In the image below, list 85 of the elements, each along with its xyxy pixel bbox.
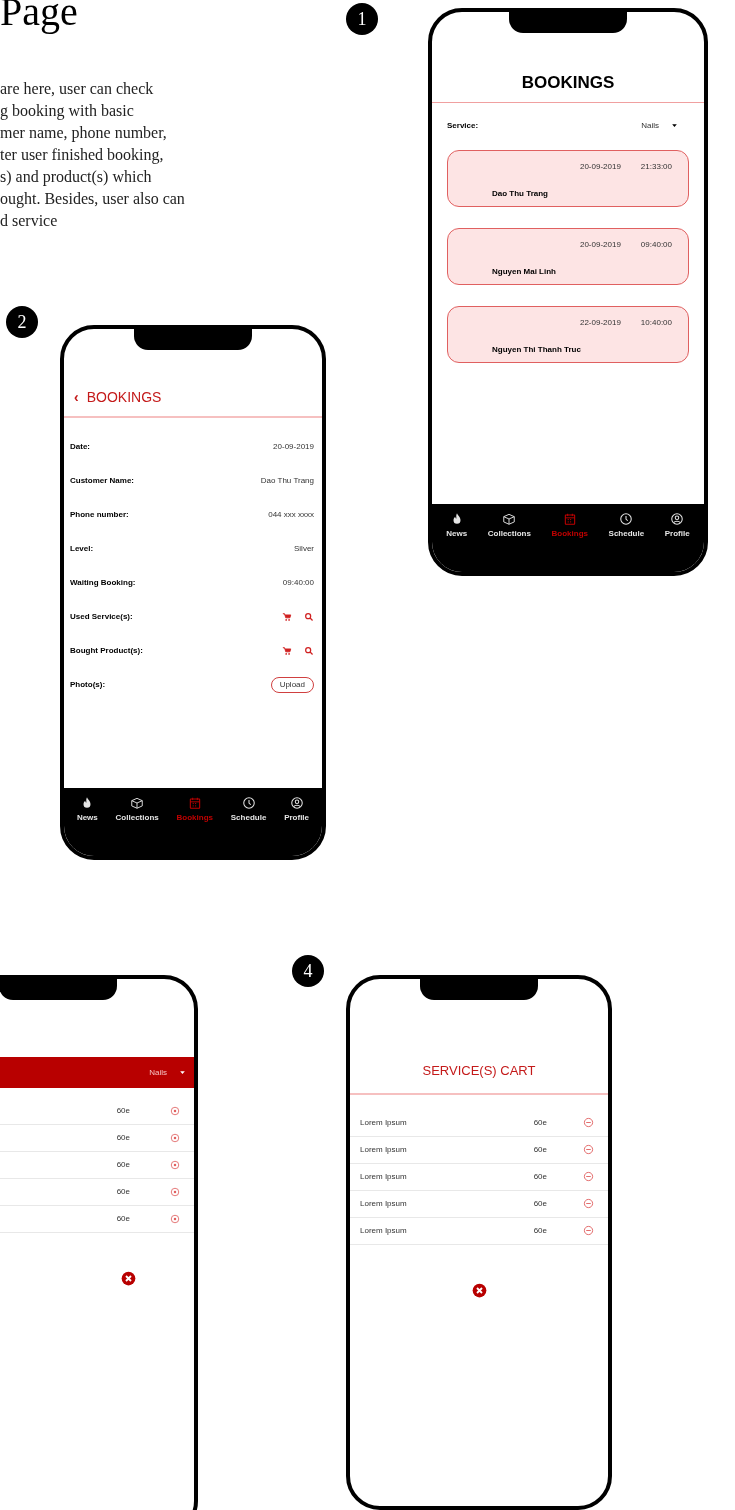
search-icon[interactable] [304,612,314,622]
nav-tab[interactable]: News [76,796,98,824]
item-price: 60e [116,1159,130,1171]
cart-icon[interactable] [282,612,292,622]
booking-card[interactable]: 20-09-2019 21:33:00 Dao Thu Trang [447,149,689,207]
item-price: 60e [533,1143,547,1156]
clock-icon [241,796,256,810]
field-label: Photo(s): [70,679,106,691]
user-circle-icon [670,512,685,526]
minus-circle-icon[interactable] [583,1198,594,1209]
item-price: 60e [116,1213,130,1225]
upload-button[interactable]: Upload [270,677,314,693]
booking-card[interactable]: 20-09-2019 09:40:00 Nguyen Mai Linh [447,227,689,285]
customer-name: Nguyen Mai Linh [491,265,557,278]
nav-tab[interactable]: Collections [115,796,159,824]
nav-tab[interactable]: Profile [664,512,690,540]
add-circle-icon[interactable] [170,1187,180,1197]
caret-icon [179,1069,186,1076]
item-price: 60e [533,1116,547,1129]
screen-title: BOOKINGS [86,388,162,407]
item-price: 60e [116,1132,130,1144]
item-name: Lorem Ipsum [360,1116,408,1129]
item-name: Lorem Ipsum [360,1224,408,1237]
customer-name: Dao Thu Trang [491,187,549,200]
add-circle-icon[interactable] [170,1106,180,1116]
field-value: Dao Thu Trang [260,475,314,487]
search-icon[interactable] [304,646,314,656]
booking-time: 10:40:00 [640,316,672,329]
field-label: Date: [70,441,90,453]
field-label: Bought Product(s): [70,645,143,657]
filter-label: Service: [447,119,479,132]
screen-title: BOOKINGS [432,12,704,103]
box-icon [502,512,517,526]
minus-circle-icon[interactable] [583,1171,594,1182]
clock-icon [619,512,634,526]
add-circle-icon[interactable] [170,1160,180,1170]
add-circle-icon[interactable] [170,1133,180,1143]
item-price: 60e [533,1197,547,1210]
field-label: Waiting Booking: [70,577,136,589]
step-number: 2 [6,306,38,338]
field-value: 09:40:00 [282,577,314,589]
close-icon [120,1271,136,1286]
customer-name: Nguyen Thi Thanh Truc [491,343,582,356]
minus-circle-icon[interactable] [583,1117,594,1128]
calendar-icon [187,796,202,810]
field-value: 044 xxx xxxx [268,509,314,521]
service-dropdown[interactable]: Nails [149,1066,186,1079]
field-label: Used Service(s): [70,611,133,623]
booking-date: 22-09-2019 [579,316,621,329]
description-text: are here, user can check g booking with basic mer name, phone number, ter user finished booking, s) and product(s) which ought. Besides, user also can d service [0,79,186,231]
service-dropdown[interactable]: Nails [641,119,678,132]
caret-icon [671,122,678,129]
cart-icon[interactable] [282,646,292,656]
calendar-icon [562,512,577,526]
nav-tab[interactable]: Schedule [608,512,645,540]
booking-time: 21:33:00 [640,160,672,173]
booking-time: 09:40:00 [640,238,672,251]
nav-tab[interactable]: Schedule [230,796,267,824]
item-name: Lorem Ipsum [360,1143,408,1156]
field-label: Phone number: [70,509,129,521]
booking-date: 20-09-2019 [579,238,621,251]
item-price: 60e [116,1186,130,1198]
add-circle-icon[interactable] [170,1214,180,1224]
booking-card[interactable]: 22-09-2019 10:40:00 Nguyen Thi Thanh Truc [447,305,689,363]
minus-circle-icon[interactable] [583,1144,594,1155]
nav-tab[interactable]: Collections [487,512,531,540]
item-price: 60e [533,1170,547,1183]
item-price: 60e [116,1105,130,1117]
field-value: 20-09-2019 [273,441,314,453]
user-circle-icon [289,796,304,810]
field-value: Silver [294,543,314,555]
field-label: Customer Name: [70,475,134,487]
nav-tab[interactable]: News [446,512,468,540]
field-label: Level: [70,543,94,555]
nav-tab[interactable]: Profile [284,796,310,824]
step-number: 1 [346,3,378,35]
booking-date: 20-09-2019 [579,160,621,173]
close-icon [471,1282,487,1298]
minus-circle-icon[interactable] [583,1225,594,1236]
back-button[interactable]: ‹ [74,387,79,408]
item-name: Lorem Ipsum [360,1170,408,1183]
box-icon [130,796,145,810]
item-name: Lorem Ipsum [360,1197,408,1210]
item-price: 60e [533,1224,547,1237]
step-number: 4 [292,955,324,987]
